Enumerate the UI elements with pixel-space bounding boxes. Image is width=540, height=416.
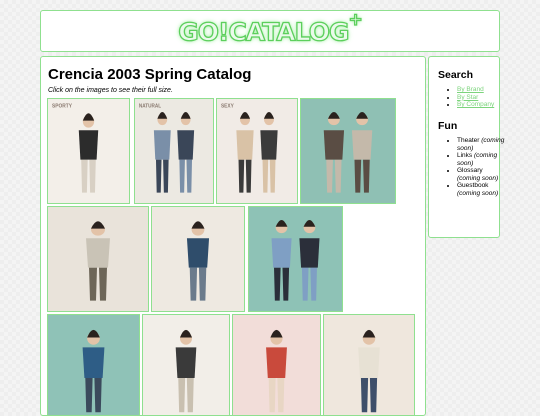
catalog-page-5-thumbnail[interactable] (47, 206, 149, 312)
model-torso (271, 238, 292, 268)
model-legs (326, 159, 342, 193)
page-hint: Click on the images to see their full si… (48, 87, 173, 94)
model-legs (301, 267, 317, 301)
model-torso (86, 238, 110, 268)
catalog-photo-image (82, 329, 105, 413)
catalog-page-3-thumbnail[interactable]: SEXY (216, 98, 298, 204)
model-torso (153, 130, 171, 160)
model-torso (266, 347, 287, 378)
page-title: Crencia 2003 Spring Catalog (48, 66, 252, 83)
search-links: By Brand By Star By Company (438, 86, 507, 109)
model-hair (270, 329, 283, 338)
logo-plus: + (348, 9, 364, 30)
model-hair (179, 329, 193, 338)
catalog-page-11-thumbnail[interactable] (323, 314, 415, 415)
model-hair (239, 112, 251, 119)
model-torso (299, 238, 320, 268)
fun-heading: Fun (438, 120, 458, 132)
model-torso (186, 238, 210, 268)
catalog-page-2-thumbnail[interactable]: NATURAL (134, 98, 214, 204)
search-by-brand-link[interactable]: By Brand (457, 86, 484, 93)
catalog-page-1-thumbnail[interactable]: SPORTY (47, 98, 130, 204)
fun-item-label: Guestbook (457, 182, 489, 189)
search-link-item: By Brand (457, 86, 507, 94)
search-by-company-link[interactable]: By Company (457, 101, 494, 108)
catalog-photo-image (271, 220, 320, 301)
catalog-photo-image (86, 221, 110, 301)
search-by-star-link[interactable]: By Star (457, 94, 478, 101)
catalog-page-6-thumbnail[interactable] (151, 206, 245, 312)
catalog-page-8-thumbnail[interactable] (47, 314, 140, 415)
fun-item-label: Links (457, 152, 473, 159)
model-torso (177, 130, 195, 160)
model-legs (81, 159, 96, 193)
model-torso (236, 130, 254, 160)
logo-text[interactable]: GO!CATALOG (178, 17, 351, 47)
catalog-photo-image: SPORTY (52, 104, 99, 193)
catalog-page-7-thumbnail[interactable] (248, 206, 343, 312)
search-link-item: By Star (457, 94, 507, 102)
catalog-photo-image: SEXY (221, 104, 278, 193)
model-legs (85, 378, 102, 413)
model-torso (260, 130, 278, 160)
model-hair (263, 112, 275, 119)
model-hair (180, 112, 191, 119)
model-legs (238, 159, 252, 193)
fun-item-label: Glossary (457, 167, 483, 174)
model-hair (356, 112, 369, 119)
model-torso (175, 347, 197, 378)
model-hair (91, 221, 105, 229)
catalog-photo-image (358, 329, 380, 413)
model-torso (323, 130, 345, 160)
catalog-photo-image (266, 329, 287, 413)
fun-item-links: Links (coming soon) (457, 152, 507, 167)
main-content: Crencia 2003 Spring Catalog Click on the… (40, 56, 426, 416)
fun-item-label: Theater (457, 137, 480, 144)
photo-caption: NATURAL (139, 103, 161, 109)
fun-list: Theater (coming soon) Links (coming soon… (438, 137, 507, 197)
site-header: GO!CATALOG+ (40, 9, 500, 52)
fun-item-glossary: Glossary (coming soon) (457, 167, 507, 182)
catalog-photo-image: NATURAL (139, 103, 195, 193)
model-legs (360, 378, 378, 413)
model-hair (82, 113, 95, 121)
model-hair (191, 221, 205, 229)
catalog-photo-image (186, 221, 210, 301)
model-legs (274, 267, 290, 301)
model-legs (179, 159, 193, 193)
model-legs (354, 159, 370, 193)
catalog-page-10-thumbnail[interactable] (232, 314, 321, 415)
catalog-page-9-thumbnail[interactable] (142, 314, 230, 415)
fun-item-note: (coming soon) (457, 174, 499, 182)
model-hair (87, 329, 100, 338)
fun-item-theater: Theater (coming soon) (457, 137, 507, 152)
model-legs (268, 378, 285, 413)
model-torso (358, 347, 380, 378)
fun-item-note: (coming soon) (457, 189, 499, 197)
fun-item-guestbook: Guestbook (coming soon) (457, 182, 507, 197)
model-torso (351, 130, 373, 160)
model-legs (189, 267, 207, 301)
model-torso (78, 130, 99, 160)
catalog-photo-image (323, 112, 373, 193)
photo-caption: SPORTY (52, 104, 73, 110)
photo-caption: SEXY (221, 104, 234, 110)
model-torso (82, 347, 105, 378)
model-legs (89, 267, 107, 301)
search-link-item: By Company (457, 101, 507, 109)
site-logo[interactable]: GO!CATALOG+ (41, 9, 499, 47)
model-hair (157, 112, 168, 119)
model-hair (275, 220, 288, 227)
model-hair (303, 220, 316, 227)
catalog-page-4-thumbnail[interactable] (300, 98, 396, 204)
search-heading: Search (438, 69, 474, 81)
model-legs (155, 159, 169, 193)
catalog-photo-image (175, 329, 197, 413)
model-hair (362, 329, 376, 338)
model-legs (178, 378, 194, 413)
model-legs (262, 159, 276, 193)
model-hair (327, 112, 340, 119)
sidebar: Search By Brand By Star By Company Fun T… (428, 56, 504, 238)
